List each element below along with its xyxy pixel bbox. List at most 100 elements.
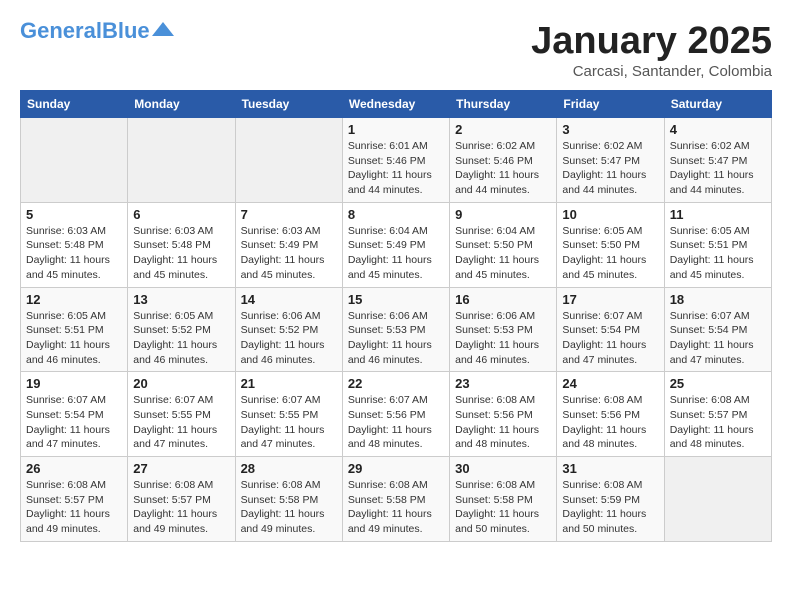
day-number: 21 [241,376,337,391]
day-number: 24 [562,376,658,391]
calendar-table: SundayMondayTuesdayWednesdayThursdayFrid… [20,90,772,542]
day-info: Sunrise: 6:08 AMSunset: 5:58 PMDaylight:… [455,478,551,537]
day-number: 13 [133,292,229,307]
day-number: 30 [455,461,551,476]
day-info: Sunrise: 6:07 AMSunset: 5:54 PMDaylight:… [670,309,766,368]
calendar-cell: 24 Sunrise: 6:08 AMSunset: 5:56 PMDayligh… [557,372,664,457]
calendar-cell: 12 Sunrise: 6:05 AMSunset: 5:51 PMDayligh… [21,287,128,372]
calendar-cell: 1 Sunrise: 6:01 AMSunset: 5:46 PMDaylight… [342,118,449,203]
logo-icon [152,22,174,36]
calendar-cell: 26 Sunrise: 6:08 AMSunset: 5:57 PMDayligh… [21,457,128,542]
calendar-week-row: 19 Sunrise: 6:07 AMSunset: 5:54 PMDayligh… [21,372,772,457]
day-info: Sunrise: 6:04 AMSunset: 5:49 PMDaylight:… [348,224,444,283]
day-number: 2 [455,122,551,137]
day-number: 5 [26,207,122,222]
calendar-header-saturday: Saturday [664,91,771,118]
day-info: Sunrise: 6:02 AMSunset: 5:47 PMDaylight:… [562,139,658,198]
calendar-week-row: 1 Sunrise: 6:01 AMSunset: 5:46 PMDaylight… [21,118,772,203]
day-number: 11 [670,207,766,222]
day-info: Sunrise: 6:07 AMSunset: 5:55 PMDaylight:… [133,393,229,452]
day-info: Sunrise: 6:07 AMSunset: 5:55 PMDaylight:… [241,393,337,452]
calendar-header-tuesday: Tuesday [235,91,342,118]
calendar-cell: 29 Sunrise: 6:08 AMSunset: 5:58 PMDayligh… [342,457,449,542]
day-number: 18 [670,292,766,307]
calendar-cell [235,118,342,203]
day-number: 6 [133,207,229,222]
day-number: 27 [133,461,229,476]
day-info: Sunrise: 6:08 AMSunset: 5:57 PMDaylight:… [26,478,122,537]
day-info: Sunrise: 6:08 AMSunset: 5:58 PMDaylight:… [241,478,337,537]
day-number: 15 [348,292,444,307]
calendar-header-row: SundayMondayTuesdayWednesdayThursdayFrid… [21,91,772,118]
day-info: Sunrise: 6:07 AMSunset: 5:54 PMDaylight:… [562,309,658,368]
calendar-cell: 7 Sunrise: 6:03 AMSunset: 5:49 PMDaylight… [235,202,342,287]
logo: GeneralBlue [20,20,174,42]
day-info: Sunrise: 6:04 AMSunset: 5:50 PMDaylight:… [455,224,551,283]
calendar-cell: 14 Sunrise: 6:06 AMSunset: 5:52 PMDayligh… [235,287,342,372]
calendar-cell: 18 Sunrise: 6:07 AMSunset: 5:54 PMDayligh… [664,287,771,372]
day-number: 16 [455,292,551,307]
day-number: 7 [241,207,337,222]
calendar-header-thursday: Thursday [450,91,557,118]
day-number: 8 [348,207,444,222]
day-number: 14 [241,292,337,307]
calendar-cell: 25 Sunrise: 6:08 AMSunset: 5:57 PMDayligh… [664,372,771,457]
calendar-cell: 2 Sunrise: 6:02 AMSunset: 5:46 PMDaylight… [450,118,557,203]
day-number: 26 [26,461,122,476]
calendar-header-friday: Friday [557,91,664,118]
day-number: 17 [562,292,658,307]
logo-text: GeneralBlue [20,20,150,42]
calendar-cell: 17 Sunrise: 6:07 AMSunset: 5:54 PMDayligh… [557,287,664,372]
day-number: 29 [348,461,444,476]
day-number: 25 [670,376,766,391]
day-number: 3 [562,122,658,137]
page-header: GeneralBlue January 2025 Carcasi, Santan… [20,20,772,80]
day-info: Sunrise: 6:03 AMSunset: 5:49 PMDaylight:… [241,224,337,283]
day-number: 1 [348,122,444,137]
calendar-cell: 28 Sunrise: 6:08 AMSunset: 5:58 PMDayligh… [235,457,342,542]
calendar-cell [21,118,128,203]
calendar-cell: 30 Sunrise: 6:08 AMSunset: 5:58 PMDayligh… [450,457,557,542]
day-info: Sunrise: 6:06 AMSunset: 5:53 PMDaylight:… [455,309,551,368]
calendar-week-row: 5 Sunrise: 6:03 AMSunset: 5:48 PMDaylight… [21,202,772,287]
calendar-header-sunday: Sunday [21,91,128,118]
day-info: Sunrise: 6:07 AMSunset: 5:54 PMDaylight:… [26,393,122,452]
calendar-cell: 15 Sunrise: 6:06 AMSunset: 5:53 PMDayligh… [342,287,449,372]
day-info: Sunrise: 6:06 AMSunset: 5:53 PMDaylight:… [348,309,444,368]
calendar-header-wednesday: Wednesday [342,91,449,118]
day-info: Sunrise: 6:06 AMSunset: 5:52 PMDaylight:… [241,309,337,368]
day-info: Sunrise: 6:08 AMSunset: 5:58 PMDaylight:… [348,478,444,537]
day-info: Sunrise: 6:08 AMSunset: 5:59 PMDaylight:… [562,478,658,537]
day-info: Sunrise: 6:08 AMSunset: 5:57 PMDaylight:… [133,478,229,537]
day-info: Sunrise: 6:08 AMSunset: 5:56 PMDaylight:… [562,393,658,452]
calendar-cell [664,457,771,542]
day-info: Sunrise: 6:02 AMSunset: 5:46 PMDaylight:… [455,139,551,198]
calendar-cell: 3 Sunrise: 6:02 AMSunset: 5:47 PMDaylight… [557,118,664,203]
day-info: Sunrise: 6:05 AMSunset: 5:51 PMDaylight:… [670,224,766,283]
day-info: Sunrise: 6:08 AMSunset: 5:57 PMDaylight:… [670,393,766,452]
day-info: Sunrise: 6:05 AMSunset: 5:51 PMDaylight:… [26,309,122,368]
calendar-cell [128,118,235,203]
calendar-cell: 23Sunrise: 6:08 AMSunset: 5:56 PMDayligh… [450,372,557,457]
calendar-cell: 5 Sunrise: 6:03 AMSunset: 5:48 PMDaylight… [21,202,128,287]
day-number: 31 [562,461,658,476]
calendar-cell: 8 Sunrise: 6:04 AMSunset: 5:49 PMDaylight… [342,202,449,287]
day-number: 19 [26,376,122,391]
logo-blue: Blue [102,18,150,43]
calendar-cell: 10Sunrise: 6:05 AMSunset: 5:50 PMDayligh… [557,202,664,287]
calendar-cell: 31 Sunrise: 6:08 AMSunset: 5:59 PMDayligh… [557,457,664,542]
day-info: Sunrise: 6:03 AMSunset: 5:48 PMDaylight:… [26,224,122,283]
day-number: 12 [26,292,122,307]
day-info: Sunrise: 6:07 AMSunset: 5:56 PMDaylight:… [348,393,444,452]
month-title: January 2025 [531,20,772,63]
calendar-week-row: 26 Sunrise: 6:08 AMSunset: 5:57 PMDayligh… [21,457,772,542]
title-block: January 2025 Carcasi, Santander, Colombi… [531,20,772,80]
calendar-cell: 4Sunrise: 6:02 AMSunset: 5:47 PMDaylight… [664,118,771,203]
day-info: Sunrise: 6:01 AMSunset: 5:46 PMDaylight:… [348,139,444,198]
day-number: 23 [455,376,551,391]
day-number: 4 [670,122,766,137]
calendar-cell: 11 Sunrise: 6:05 AMSunset: 5:51 PMDayligh… [664,202,771,287]
logo-general: General [20,18,102,43]
day-number: 28 [241,461,337,476]
location-subtitle: Carcasi, Santander, Colombia [531,63,772,80]
